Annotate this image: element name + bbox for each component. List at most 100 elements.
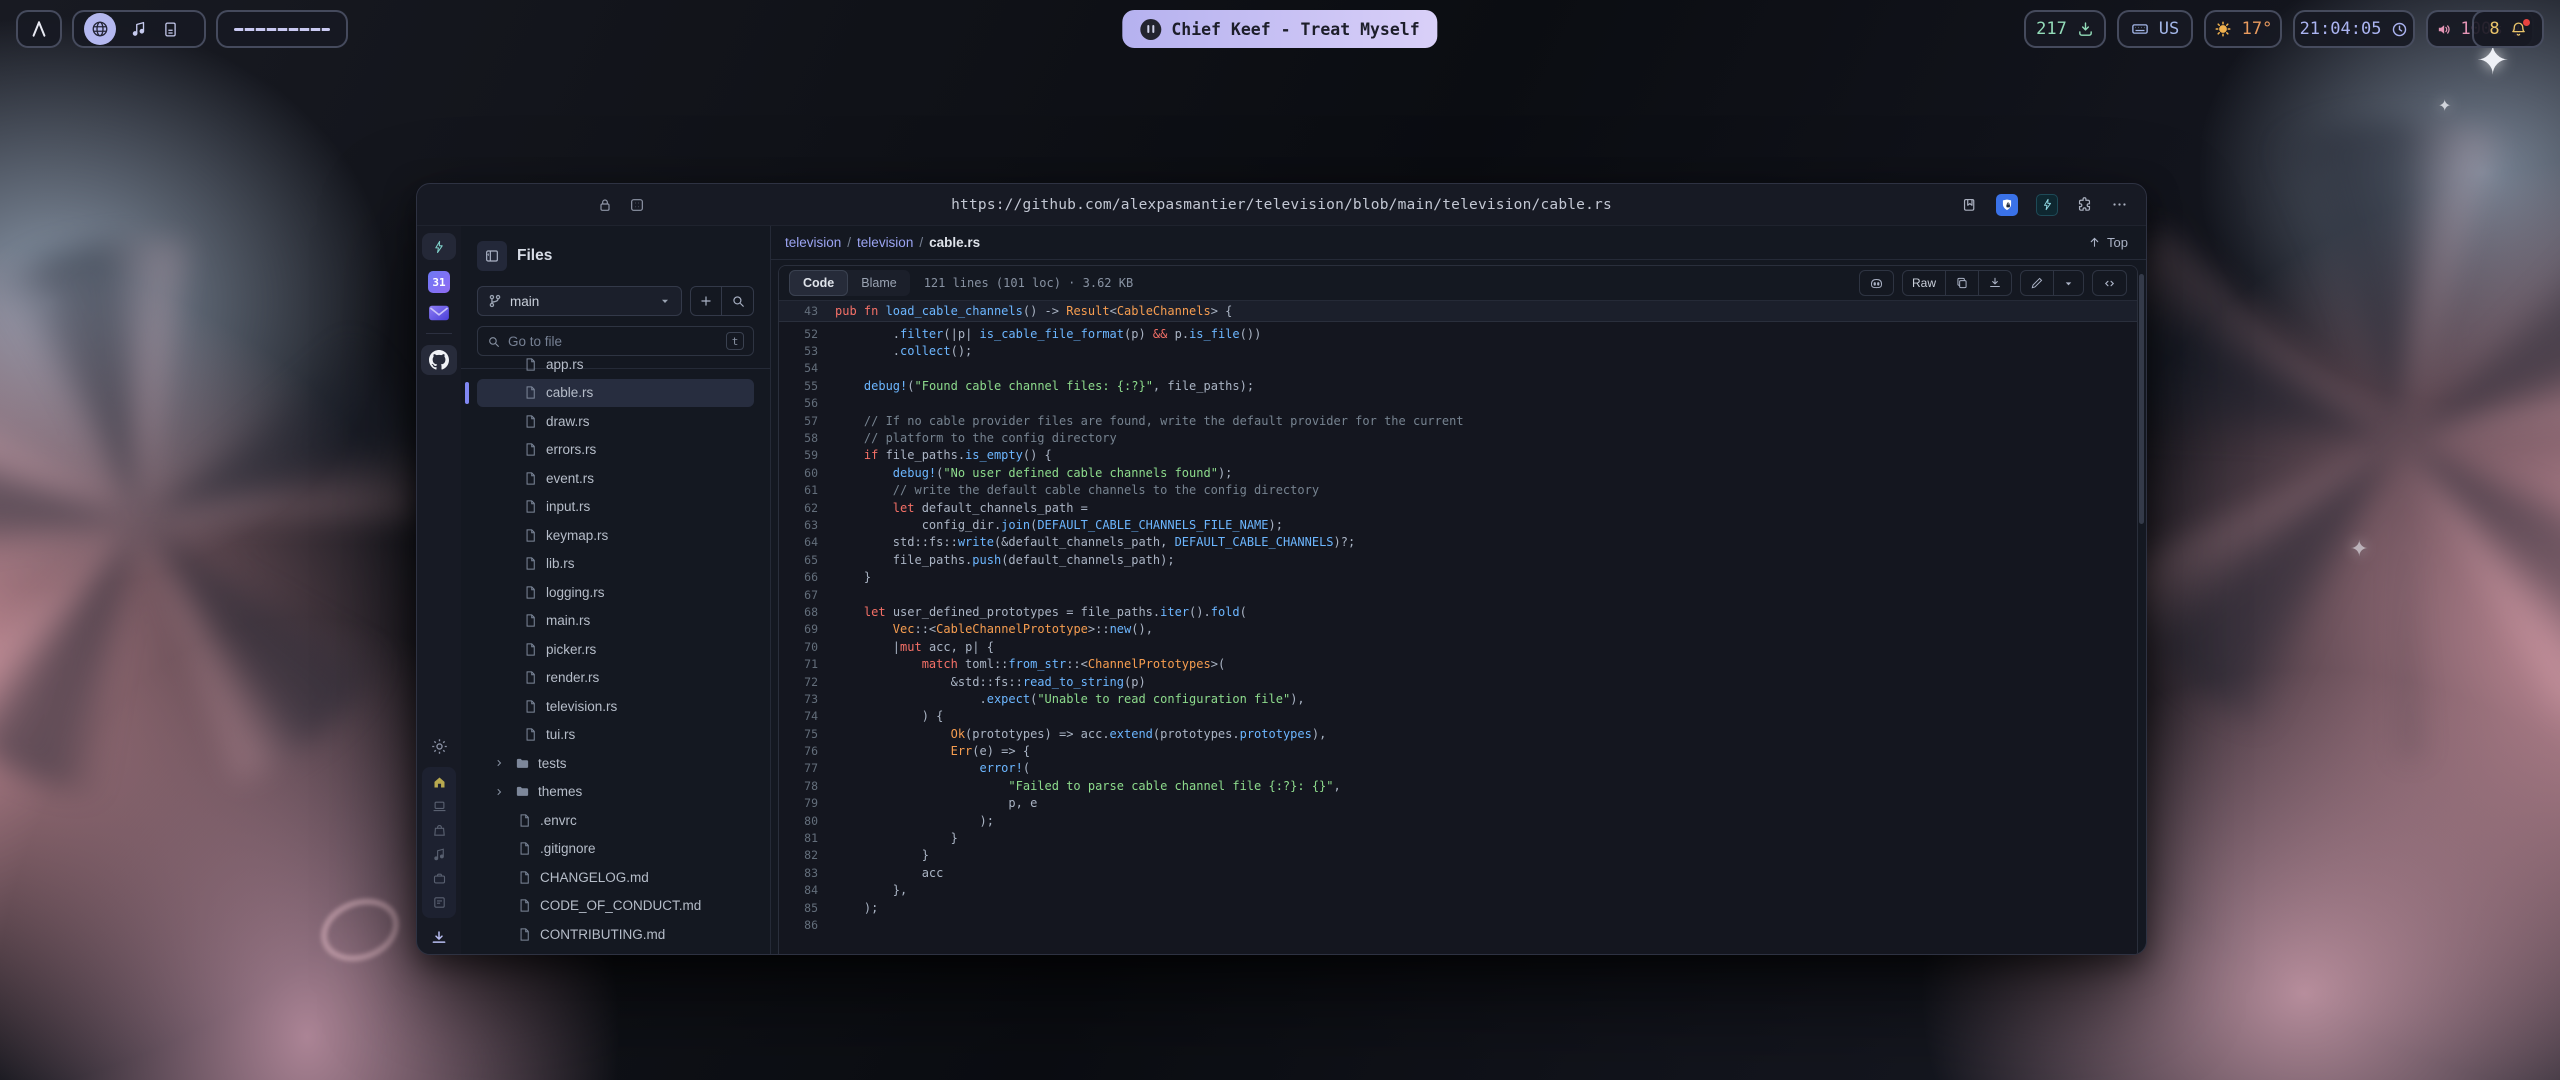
line-number[interactable]: 79 [779,796,835,810]
tree-file-row[interactable]: picker.rs [477,635,754,664]
menu-ellipsis-icon[interactable] [2111,196,2128,213]
tree-file-row[interactable]: render.rs [477,664,754,693]
edit-dropdown-button[interactable] [2053,271,2083,295]
document-app-button[interactable] [162,21,179,38]
tree-file-row[interactable] [477,949,754,956]
line-number[interactable]: 63 [779,518,835,532]
line-number[interactable]: 76 [779,744,835,758]
line-number[interactable]: 77 [779,761,835,775]
branch-selector[interactable]: main [477,286,682,316]
line-number[interactable]: 52 [779,327,835,341]
puzzle-extensions-icon[interactable] [2076,196,2093,213]
tree-file-row[interactable]: input.rs [477,493,754,522]
line-number[interactable]: 64 [779,535,835,549]
laptop-icon[interactable] [432,799,447,814]
tree-file-row[interactable]: keymap.rs [477,521,754,550]
globe-app-button[interactable] [84,13,116,45]
copy-url-icon[interactable] [1961,196,1978,213]
music-player-widget[interactable]: Chief Keef - Treat Myself [1122,10,1437,48]
container-icon[interactable] [629,197,645,213]
keyboard-layout-widget[interactable]: US [2117,10,2193,48]
clock-widget[interactable]: 21:04:05 [2293,10,2415,48]
home-icon[interactable] [432,775,447,790]
line-number[interactable]: 83 [779,866,835,880]
tab-blame[interactable]: Blame [848,276,909,290]
line-number[interactable]: 53 [779,344,835,358]
tree-file-row[interactable]: event.rs [477,464,754,493]
lock-icon[interactable] [597,197,613,213]
symbols-panel-button[interactable] [2092,270,2127,296]
raw-button[interactable]: Raw [1903,271,1945,295]
collapse-sidebar-button[interactable] [477,241,507,271]
line-number[interactable]: 54 [779,361,835,375]
music-app-button[interactable] [130,20,148,38]
back-to-top-link[interactable]: Top [2088,235,2128,250]
line-number[interactable]: 65 [779,553,835,567]
tab-mail[interactable] [428,304,450,322]
line-number[interactable]: 75 [779,727,835,741]
line-number[interactable]: 78 [779,779,835,793]
line-number[interactable]: 43 [779,304,835,318]
tree-file-row[interactable]: .gitignore [477,835,754,864]
url-address[interactable]: https://github.com/alexpasmantier/televi… [951,197,1612,213]
tree-file-row[interactable]: lib.rs [477,550,754,579]
line-number[interactable]: 84 [779,883,835,897]
tree-folder-row[interactable]: tests [477,749,754,778]
tree-file-row[interactable]: CODE_OF_CONDUCT.md [477,892,754,921]
line-number[interactable]: 81 [779,831,835,845]
line-number[interactable]: 62 [779,501,835,515]
line-number[interactable]: 58 [779,431,835,445]
line-number[interactable]: 59 [779,448,835,462]
tree-file-row[interactable]: tui.rs [477,721,754,750]
copilot-button[interactable] [1859,270,1894,296]
line-number[interactable]: 80 [779,814,835,828]
edit-file-button[interactable] [2021,271,2053,295]
line-number[interactable]: 82 [779,848,835,862]
notifications-widget[interactable]: 8 [2472,10,2544,48]
line-number[interactable]: 67 [779,588,835,602]
search-files-button[interactable] [722,287,753,315]
line-number[interactable]: 56 [779,396,835,410]
breadcrumb-dir-link[interactable]: television [857,235,913,250]
updates-widget[interactable]: 217 [2024,10,2106,48]
music-note-icon[interactable] [432,847,447,862]
line-number[interactable]: 85 [779,901,835,915]
tree-file-row[interactable]: app.rs [477,350,754,379]
tree-file-row[interactable]: CHANGELOG.md [477,863,754,892]
line-number[interactable]: 74 [779,709,835,723]
weather-widget[interactable]: 17° [2204,10,2282,48]
downloads-icon[interactable] [430,929,448,947]
tab-github-active[interactable] [421,345,457,375]
page-scrollbar[interactable] [2139,274,2144,524]
line-number[interactable]: 71 [779,657,835,671]
line-number[interactable]: 61 [779,483,835,497]
line-number[interactable]: 72 [779,675,835,689]
line-number[interactable]: 70 [779,640,835,654]
download-file-button[interactable] [1978,271,2011,295]
line-number[interactable]: 69 [779,622,835,636]
tab-calendar[interactable]: 31 [428,271,450,293]
tree-file-row[interactable]: main.rs [477,607,754,636]
launcher-button[interactable] [16,10,62,48]
tree-folder-row[interactable]: themes [477,778,754,807]
bitwarden-extension-icon[interactable] [1996,194,2018,216]
briefcase-icon[interactable] [432,871,447,886]
notes-icon[interactable] [432,895,447,910]
tab-code[interactable]: Code [789,270,848,296]
lightning-extension-icon[interactable] [2036,194,2058,216]
line-number[interactable]: 68 [779,605,835,619]
tree-file-row[interactable]: logging.rs [477,578,754,607]
copy-file-button[interactable] [1945,271,1978,295]
tree-file-row[interactable]: cable.rs [477,379,754,408]
add-file-button[interactable] [691,287,722,315]
tree-file-row[interactable]: draw.rs [477,407,754,436]
tree-file-row[interactable]: television.rs [477,692,754,721]
line-number[interactable]: 57 [779,414,835,428]
breadcrumb-repo-link[interactable]: television [785,235,841,250]
tree-file-row[interactable]: .envrc [477,806,754,835]
tab-lightning[interactable] [422,233,456,260]
line-number[interactable]: 66 [779,570,835,584]
bag-icon[interactable] [432,823,447,838]
line-number[interactable]: 60 [779,466,835,480]
line-number[interactable]: 55 [779,379,835,393]
